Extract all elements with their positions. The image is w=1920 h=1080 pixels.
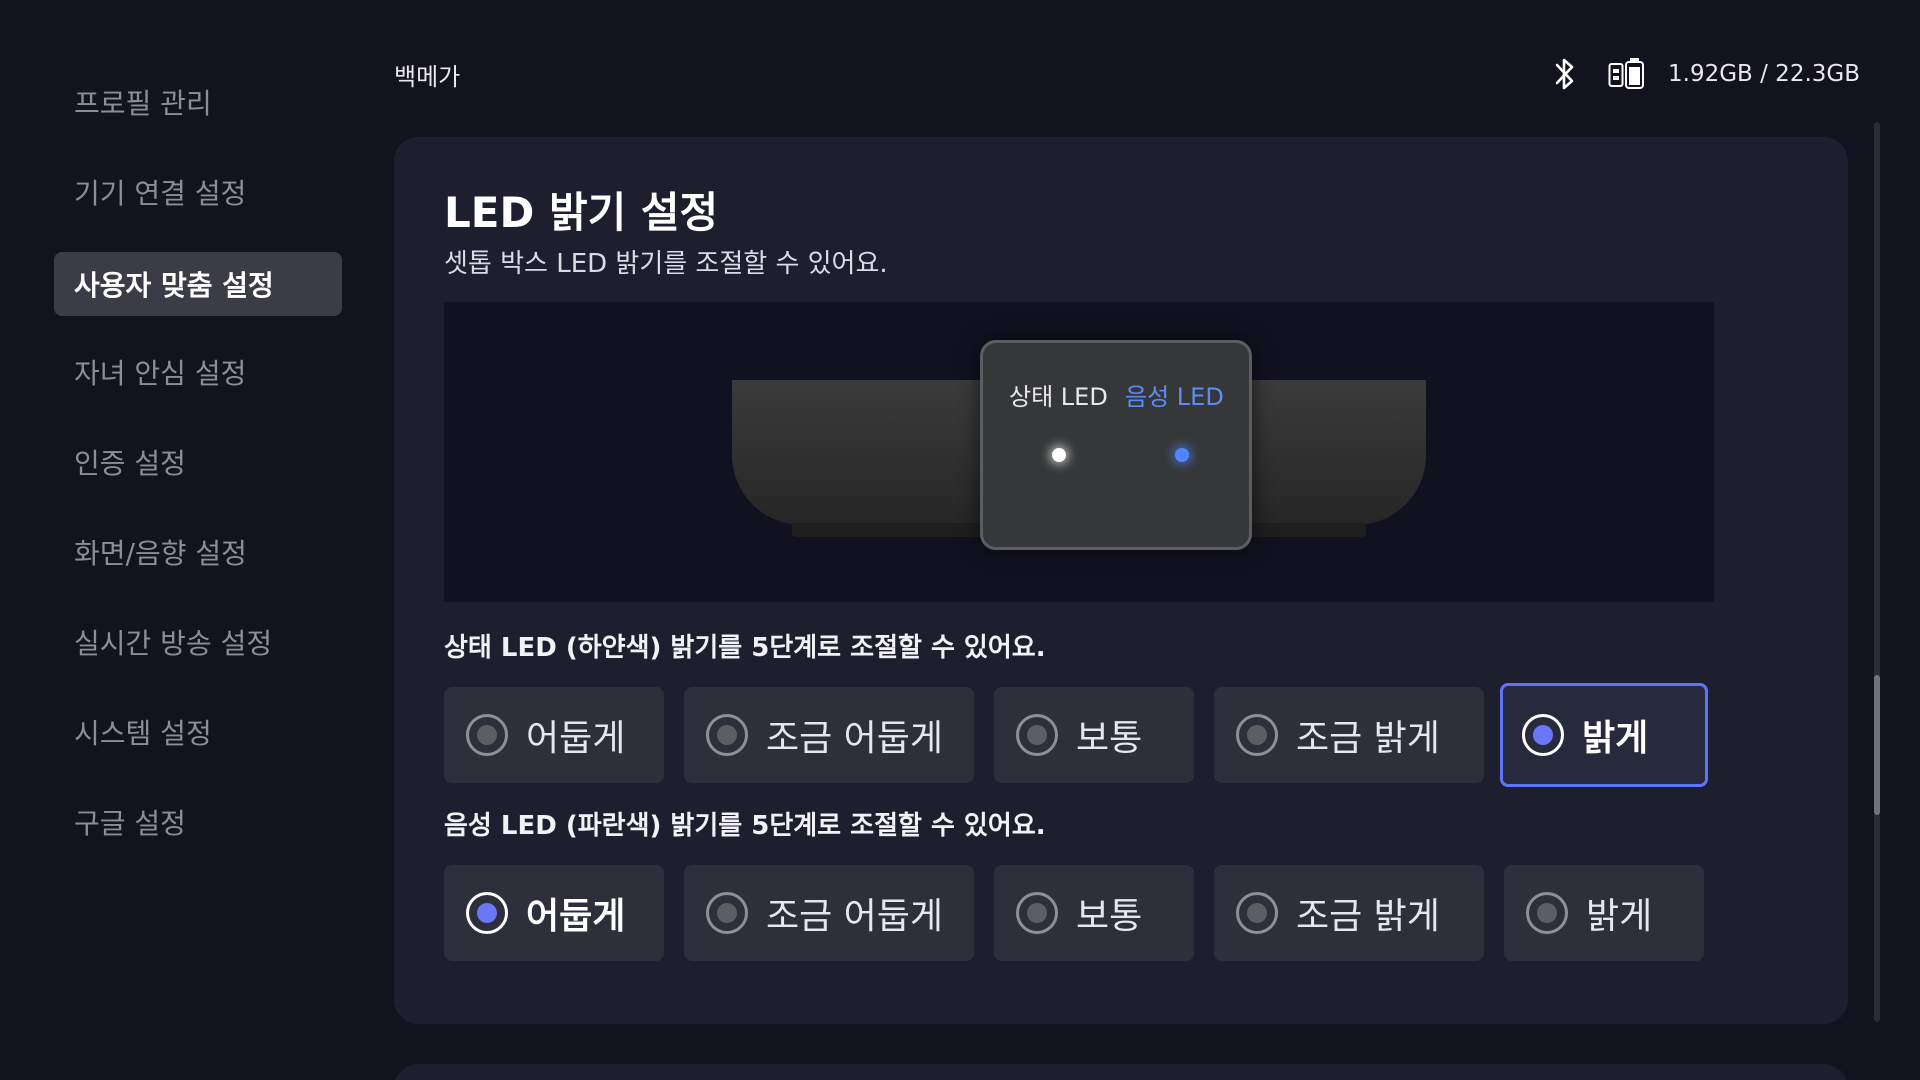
radio-selected-icon (466, 892, 508, 934)
option-label: 밝게 (1582, 718, 1649, 759)
status-led-label: 상태 LED (1009, 383, 1108, 411)
page-title: LED 밝기 설정 (444, 188, 719, 237)
led-brightness-panel: LED 밝기 설정 셋톱 박스 LED 밝기를 조절할 수 있어요. 상태 LE… (394, 137, 1848, 1024)
voice-led-option-slightly-dark[interactable]: 조금 어둡게 (684, 865, 974, 961)
scrollbar[interactable] (1874, 122, 1880, 1022)
sidebar-item-child-safety[interactable]: 자녀 안심 설정 (54, 340, 342, 404)
sidebar-item-profile[interactable]: 프로필 관리 (54, 70, 342, 134)
radio-icon (466, 714, 508, 756)
storage-usage: 1.92GB / 22.3GB (1668, 61, 1860, 87)
option-label: 보통 (1076, 896, 1143, 937)
page-subtitle: 셋톱 박스 LED 밝기를 조절할 수 있어요. (444, 249, 888, 279)
sidebar-item-google[interactable]: 구글 설정 (54, 790, 342, 854)
status-led-dot (1052, 448, 1066, 462)
radio-icon (1016, 892, 1058, 934)
sidebar-item-device-connection[interactable]: 기기 연결 설정 (54, 160, 342, 224)
status-led-section-label: 상태 LED (하얀색) 밝기를 5단계로 조절할 수 있어요. (444, 633, 1046, 663)
voice-led-option-dark[interactable]: 어둡게 (444, 865, 664, 961)
option-label: 조금 밝게 (1296, 718, 1440, 759)
led-indicator-card: 상태 LED 음성 LED (980, 340, 1252, 550)
voice-led-option-slightly-bright[interactable]: 조금 밝게 (1214, 865, 1484, 961)
status-led-option-slightly-bright[interactable]: 조금 밝게 (1214, 687, 1484, 783)
option-label: 밝게 (1586, 896, 1653, 937)
radio-selected-icon (1522, 714, 1564, 756)
radio-icon (1236, 714, 1278, 756)
scrollbar-thumb[interactable] (1874, 675, 1880, 815)
device-preview: 상태 LED 음성 LED (444, 302, 1714, 602)
radio-icon (1236, 892, 1278, 934)
bluetooth-icon (1554, 56, 1576, 92)
option-label: 조금 어둡게 (766, 896, 944, 937)
option-label: 조금 어둡게 (766, 718, 944, 759)
voice-led-option-bright[interactable]: 밝게 (1504, 865, 1704, 961)
status-bar: 1.92GB / 22.3GB (1554, 52, 1860, 96)
sidebar-item-system[interactable]: 시스템 설정 (54, 700, 342, 764)
sidebar-item-authentication[interactable]: 인증 설정 (54, 430, 342, 494)
next-panel (394, 1064, 1848, 1080)
status-led-option-slightly-dark[interactable]: 조금 어둡게 (684, 687, 974, 783)
voice-led-section-label: 음성 LED (파란색) 밝기를 5단계로 조절할 수 있어요. (444, 811, 1046, 841)
user-name: 백메가 (394, 63, 461, 91)
status-led-option-bright[interactable]: 밝게 (1500, 683, 1708, 787)
option-label: 어둡게 (526, 718, 626, 759)
sidebar-item-live-broadcast[interactable]: 실시간 방송 설정 (54, 610, 342, 674)
sidebar-item-user-custom[interactable]: 사용자 맞춤 설정 (54, 252, 342, 316)
sidebar-item-display-sound[interactable]: 화면/음향 설정 (54, 520, 342, 584)
radio-icon (1526, 892, 1568, 934)
radio-icon (706, 714, 748, 756)
voice-led-label: 음성 LED (1125, 383, 1224, 411)
voice-led-dot (1175, 448, 1189, 462)
battery-icon (1608, 56, 1646, 92)
option-label: 어둡게 (526, 896, 626, 937)
option-label: 조금 밝게 (1296, 896, 1440, 937)
option-label: 보통 (1076, 718, 1143, 759)
status-led-option-dark[interactable]: 어둡게 (444, 687, 664, 783)
radio-icon (1016, 714, 1058, 756)
status-led-option-normal[interactable]: 보통 (994, 687, 1194, 783)
radio-icon (706, 892, 748, 934)
voice-led-option-normal[interactable]: 보통 (994, 865, 1194, 961)
